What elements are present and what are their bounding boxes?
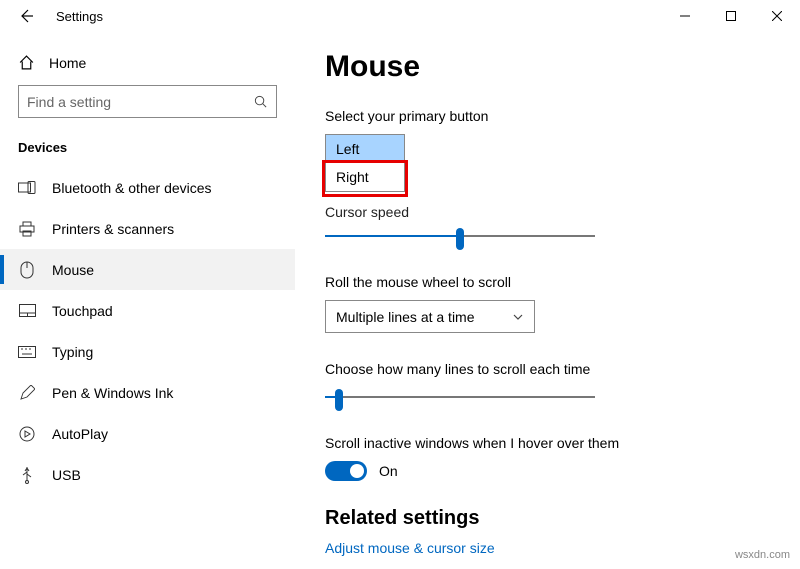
sidebar-item-label: Printers & scanners (52, 221, 174, 237)
sidebar-item-bluetooth[interactable]: Bluetooth & other devices (0, 167, 295, 208)
sidebar-item-printers[interactable]: Printers & scanners (0, 208, 295, 249)
page-heading: Mouse (325, 50, 770, 84)
sidebar-item-usb[interactable]: USB (0, 454, 295, 495)
sidebar: Home Find a setting Devices Bluetooth & … (0, 32, 295, 569)
autoplay-icon (18, 425, 36, 443)
slider-fill (325, 235, 460, 237)
mouse-icon (18, 261, 36, 279)
search-icon (253, 94, 268, 109)
back-button[interactable] (14, 4, 38, 28)
cursor-speed-slider[interactable] (325, 226, 595, 246)
watermark: wsxdn.com (735, 549, 790, 561)
sidebar-item-label: Pen & Windows Ink (52, 385, 173, 401)
pen-icon (18, 384, 36, 402)
close-button[interactable] (754, 0, 800, 32)
home-icon (18, 54, 35, 71)
scroll-wheel-dropdown[interactable]: Multiple lines at a time (325, 300, 535, 333)
keyboard-icon (18, 343, 36, 361)
scroll-wheel-label: Roll the mouse wheel to scroll (325, 274, 770, 290)
toggle-knob (350, 464, 364, 478)
home-label: Home (49, 55, 86, 71)
printer-icon (18, 220, 36, 238)
sidebar-item-typing[interactable]: Typing (0, 331, 295, 372)
sidebar-item-label: Mouse (52, 262, 94, 278)
dropdown-option-left[interactable]: Left (326, 135, 404, 163)
main-content: Mouse Select your primary button Left Ri… (295, 32, 800, 569)
inactive-windows-label: Scroll inactive windows when I hover ove… (325, 435, 770, 451)
section-title: Devices (0, 140, 295, 167)
sidebar-item-label: Touchpad (52, 303, 113, 319)
chevron-down-icon (512, 311, 524, 323)
slider-track (325, 396, 595, 398)
devices-icon (18, 179, 36, 197)
cursor-speed-label: Cursor speed (325, 204, 770, 220)
sidebar-item-label: USB (52, 467, 81, 483)
maximize-button[interactable] (708, 0, 754, 32)
sidebar-item-autoplay[interactable]: AutoPlay (0, 413, 295, 454)
adjust-mouse-link[interactable]: Adjust mouse & cursor size (325, 540, 770, 556)
search-input[interactable]: Find a setting (18, 85, 277, 118)
sidebar-item-label: Typing (52, 344, 93, 360)
related-settings-heading: Related settings (325, 507, 770, 530)
lines-label: Choose how many lines to scroll each tim… (325, 361, 770, 377)
inactive-windows-toggle[interactable] (325, 461, 367, 481)
minimize-button[interactable] (662, 0, 708, 32)
dropdown-option-right[interactable]: Right (326, 163, 404, 191)
lines-slider[interactable] (325, 387, 595, 407)
window-title: Settings (56, 9, 103, 24)
search-placeholder: Find a setting (27, 94, 111, 110)
home-link[interactable]: Home (0, 50, 295, 85)
slider-thumb[interactable] (335, 389, 343, 411)
touchpad-icon (18, 302, 36, 320)
scroll-wheel-value: Multiple lines at a time (336, 309, 475, 325)
sidebar-item-mouse[interactable]: Mouse (0, 249, 295, 290)
primary-button-dropdown[interactable]: Left Right (325, 134, 405, 192)
usb-icon (18, 466, 36, 484)
sidebar-item-touchpad[interactable]: Touchpad (0, 290, 295, 331)
sidebar-item-label: Bluetooth & other devices (52, 180, 212, 196)
sidebar-item-label: AutoPlay (52, 426, 108, 442)
slider-thumb[interactable] (456, 228, 464, 250)
primary-button-label: Select your primary button (325, 108, 770, 124)
sidebar-item-pen[interactable]: Pen & Windows Ink (0, 372, 295, 413)
toggle-state: On (379, 463, 398, 479)
